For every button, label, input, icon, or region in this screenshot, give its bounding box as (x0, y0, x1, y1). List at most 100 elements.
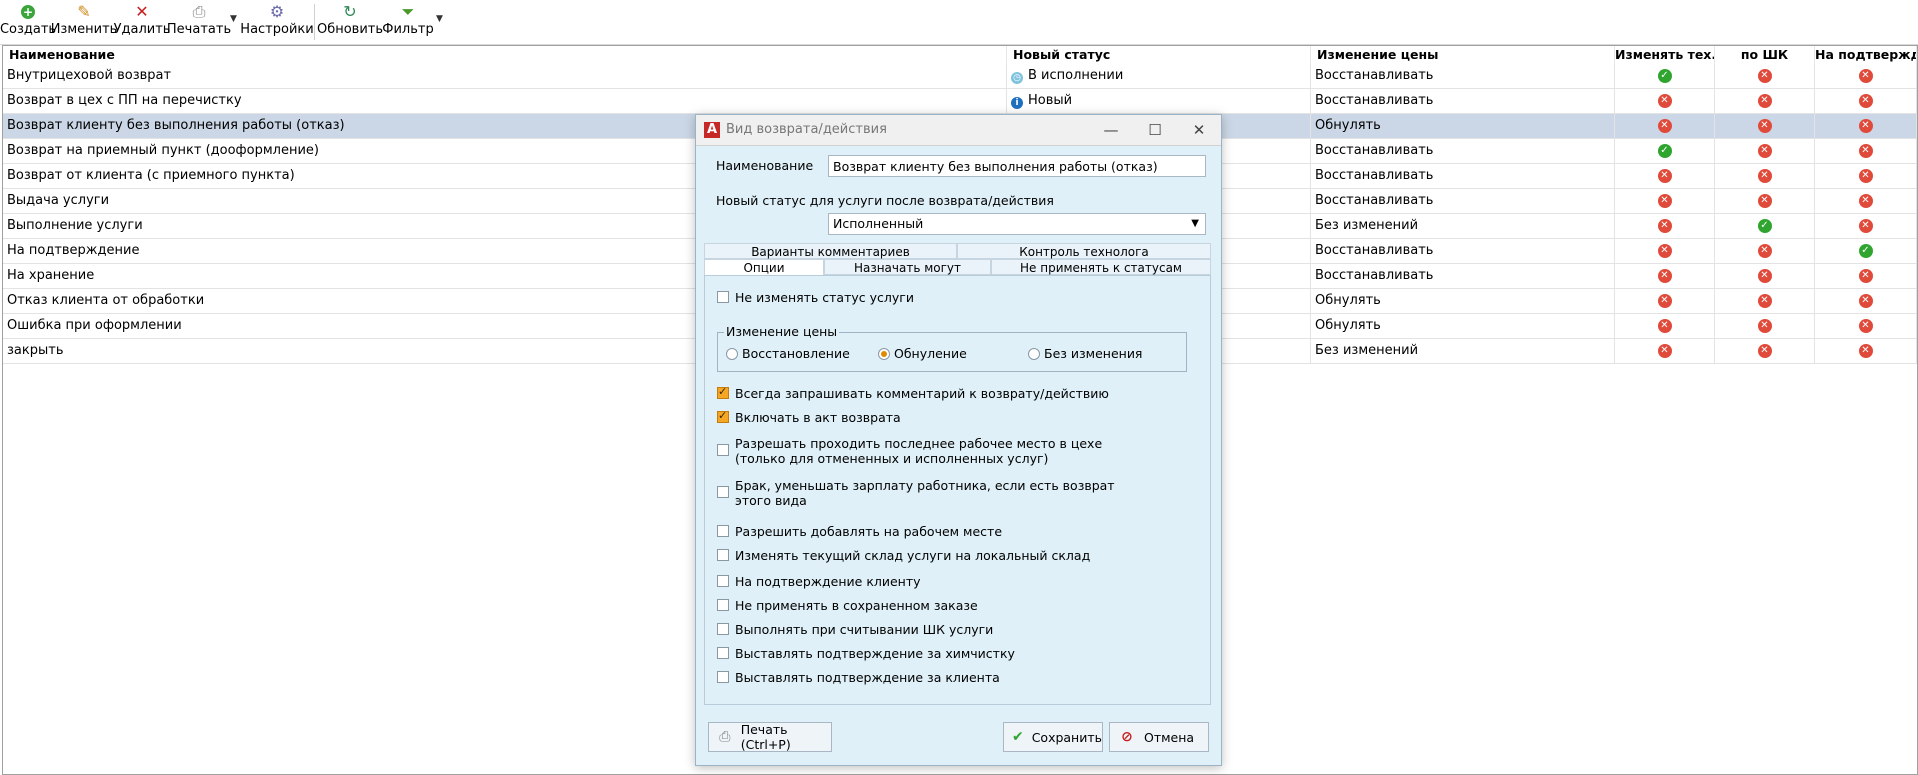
column-header-by-barcode[interactable]: по ШК (1715, 46, 1815, 64)
table-row[interactable]: Возврат в цех с ПП на перечистку i Новый Во… (3, 89, 1917, 114)
minimize-icon[interactable]: — (1089, 115, 1133, 145)
cell-by-barcode: ✕ (1715, 139, 1815, 163)
checkbox-box (717, 444, 729, 456)
dialog-titlebar[interactable]: A Вид возврата/действия — ☐ ✕ (696, 115, 1221, 146)
status-select[interactable]: Исполненный ▼ (828, 213, 1206, 235)
dont-change-status-checkbox[interactable]: Не изменять статус услуги (717, 290, 914, 305)
edit-button[interactable]: ✎ Изменить (51, 2, 118, 42)
create-button[interactable]: + Создать (0, 2, 56, 42)
column-header-price-change[interactable]: Изменение цены (1311, 46, 1615, 64)
cancel-icon: ⊘ (1121, 729, 1133, 745)
cross-icon: ✕ (1858, 169, 1873, 183)
tab-comment-variants[interactable]: Варианты комментариев (704, 243, 957, 259)
row-price-change: Обнулять (1315, 118, 1381, 133)
cell-on-confirm: ✕ (1815, 264, 1917, 288)
row-name: Возврат от клиента (с приемного пункта) (7, 168, 295, 183)
cell-on-confirm: ✕ (1815, 89, 1917, 113)
cross-icon: ✕ (1657, 319, 1672, 333)
on-barcode-scan-checkbox[interactable]: Выполнять при считывании ШК услуги (717, 622, 993, 637)
cell-price-change: Без изменений (1311, 339, 1615, 363)
confirm-dry-cleaning-checkbox[interactable]: Выставлять подтверждение за химчистку (717, 646, 1015, 661)
row-price-change: Восстанавливать (1315, 143, 1434, 158)
radio-zero[interactable]: Обнуление (878, 346, 967, 361)
cell-on-confirm: ✕ (1815, 214, 1917, 238)
cross-icon: ✕ (1757, 319, 1772, 333)
cross-icon: ✕ (1757, 144, 1772, 158)
cell-by-barcode: ✕ (1715, 239, 1815, 263)
settings-button[interactable]: ⚙ Настройки (240, 2, 313, 42)
tab-options[interactable]: Опции (704, 259, 824, 275)
row-status: В исполнении (1028, 68, 1124, 83)
cross-icon: ✕ (1757, 244, 1772, 258)
tab-exclude-statuses[interactable]: Не применять к статусам (991, 259, 1211, 275)
refresh-icon: ↻ (343, 2, 357, 21)
checkbox-box (717, 486, 729, 498)
include-in-act-checkbox[interactable]: Включать в акт возврата (717, 409, 901, 425)
cell-price-change: Обнулять (1311, 314, 1615, 338)
filter-button[interactable]: ⏷ Фильтр (382, 2, 433, 42)
radio-dot (1028, 347, 1040, 360)
not-in-saved-order-checkbox[interactable]: Не применять в сохраненном заказе (717, 598, 978, 613)
cell-price-change: Восстанавливать (1311, 264, 1615, 288)
dialog-title: Вид возврата/действия (726, 122, 887, 137)
allow-add-at-workplace-checkbox[interactable]: Разрешить добавлять на рабочем месте (717, 524, 1002, 539)
change-warehouse-checkbox[interactable]: Изменять текущий склад услуги на локальн… (717, 548, 1090, 563)
cell-change-tech: ✕ (1615, 89, 1715, 113)
cell-change-tech: ✕ (1615, 264, 1715, 288)
chevron-down-icon: ▼ (1191, 218, 1199, 229)
cell-change-tech: ✕ (1615, 339, 1715, 363)
row-name: Ошибка при оформлении (7, 318, 182, 333)
toolbar: + Создать ✎ Изменить ✕ Удалить ⎙ Печатат… (0, 0, 1918, 45)
confirm-for-client-checkbox[interactable]: Выставлять подтверждение за клиента (717, 670, 1000, 685)
checkbox-box (717, 671, 729, 683)
refresh-button[interactable]: ↻ Обновить (317, 2, 383, 42)
cross-icon: ✕ (1858, 219, 1873, 233)
column-header-change-tech[interactable]: Изменять тех... (1615, 46, 1715, 64)
name-input[interactable] (828, 155, 1206, 177)
checkbox-box (717, 623, 729, 635)
cell-price-change: Восстанавливать (1311, 64, 1615, 88)
filter-icon: ⏷ (401, 2, 415, 21)
column-header-on-confirm[interactable]: На подтвержд... (1815, 46, 1917, 64)
cross-icon: ✕ (1757, 269, 1772, 283)
app-logo-icon: A (704, 122, 720, 138)
row-price-change: Восстанавливать (1315, 193, 1434, 208)
row-price-change: Обнулять (1315, 293, 1381, 308)
radio-restore[interactable]: Восстановление (726, 346, 850, 361)
cross-icon: ✕ (1757, 94, 1772, 108)
cancel-button[interactable]: ⊘ Отмена (1109, 722, 1209, 752)
cell-price-change: Обнулять (1311, 114, 1615, 138)
maximize-icon[interactable]: ☐ (1133, 115, 1177, 145)
column-header-name[interactable]: Наименование (3, 46, 1007, 64)
settings-icon: ⚙ (269, 2, 285, 21)
print-dropdown-icon[interactable]: ▼ (230, 14, 237, 24)
cross-icon: ✕ (1657, 94, 1672, 108)
cross-icon: ✕ (1858, 319, 1873, 333)
defect-reduce-salary-checkbox[interactable]: Брак, уменьшать зарплату работника, если… (717, 478, 1115, 508)
table-header: Наименование Новый статус Изменение цены… (3, 46, 1917, 64)
row-price-change: Восстанавливать (1315, 68, 1434, 83)
check-icon: ✓ (1657, 144, 1672, 158)
close-icon[interactable]: ✕ (1177, 115, 1221, 145)
cross-icon: ✕ (1657, 119, 1672, 133)
allow-last-workplace-checkbox[interactable]: Разрешать проходить последнее рабочее ме… (717, 436, 1102, 466)
tab-technologist-control[interactable]: Контроль технолога (957, 243, 1211, 259)
column-header-new-status[interactable]: Новый статус (1007, 46, 1311, 64)
cell-on-confirm: ✕ (1815, 164, 1917, 188)
status-label: Новый статус для услуги после возврата/д… (716, 193, 1054, 208)
filter-dropdown-icon[interactable]: ▼ (436, 14, 443, 24)
table-row[interactable]: Внутрицеховой возврат ◷ В исполнении Восста… (3, 64, 1917, 89)
cross-icon: ✕ (1858, 69, 1873, 83)
cell-on-confirm: ✕ (1815, 114, 1917, 138)
radio-no-change[interactable]: Без изменения (1028, 346, 1142, 361)
delete-button[interactable]: ✕ Удалить (114, 2, 171, 42)
row-name: На хранение (7, 268, 95, 283)
confirm-client-checkbox[interactable]: На подтверждение клиенту (717, 574, 921, 589)
save-button[interactable]: ✔ Сохранить (1003, 722, 1103, 752)
cell-change-tech: ✓ (1615, 139, 1715, 163)
always-ask-comment-checkbox[interactable]: Всегда запрашивать комментарий к возврат… (717, 385, 1109, 401)
print-dialog-button[interactable]: ⎙ Печать (Ctrl+P) (708, 722, 832, 752)
cell-on-confirm: ✕ (1815, 289, 1917, 313)
tab-assign[interactable]: Назначать могут (824, 259, 991, 275)
print-button[interactable]: ⎙ Печатать (167, 2, 231, 42)
